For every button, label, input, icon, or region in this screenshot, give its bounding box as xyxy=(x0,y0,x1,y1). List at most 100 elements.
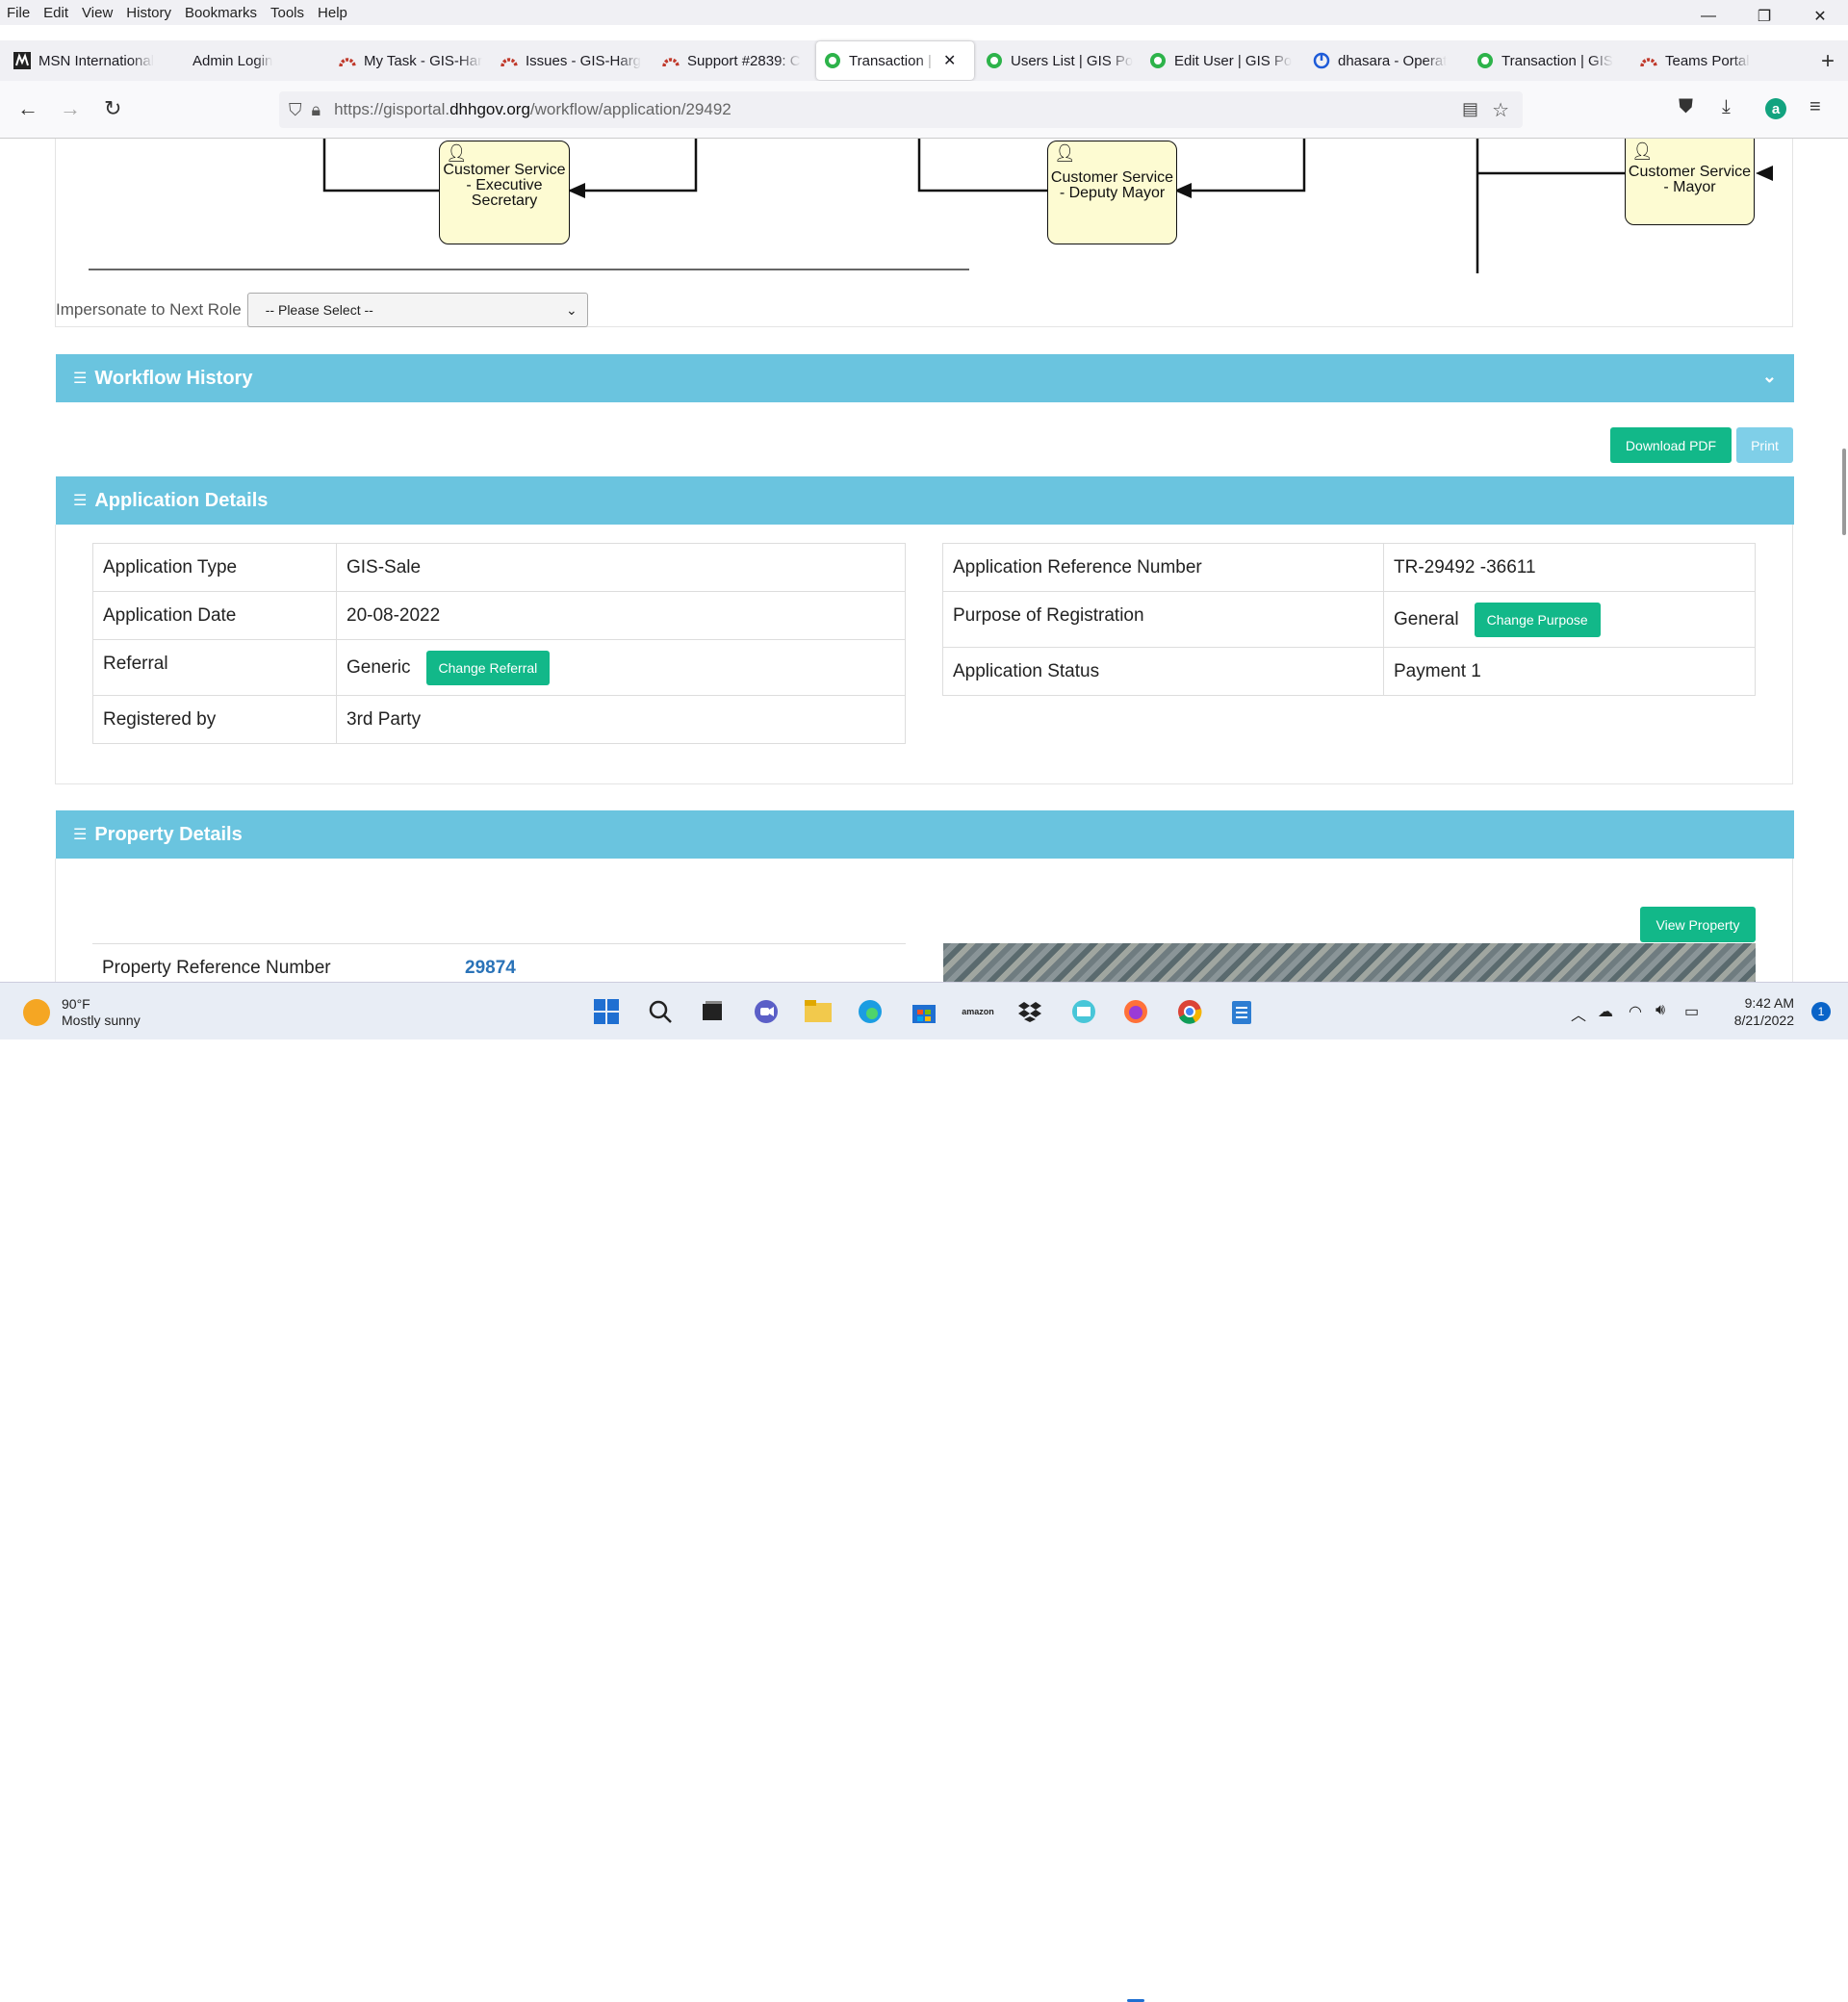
tab-issues[interactable]: Issues - GIS-Harg xyxy=(493,41,654,80)
menu-bar: File Edit View History Bookmarks Tools H… xyxy=(0,0,1848,25)
print-button[interactable]: Print xyxy=(1736,427,1793,463)
impersonate-label: Impersonate to Next Role xyxy=(56,300,242,319)
tab-my-task[interactable]: My Task - GIS-Har xyxy=(331,41,493,80)
amazon-icon[interactable]: amazon xyxy=(962,998,994,1025)
gis-portal-icon xyxy=(986,52,1003,69)
tab-label: My Task - GIS-Har xyxy=(364,52,483,69)
onedrive-icon[interactable]: ☁ xyxy=(1598,1002,1613,1021)
field-value: General xyxy=(1394,608,1459,629)
chevron-up-icon[interactable]: ︿ xyxy=(1571,1002,1586,1025)
clock-time: 9:42 AM xyxy=(1744,995,1794,1011)
battery-icon[interactable]: ▭ xyxy=(1684,1002,1699,1021)
weather-widget[interactable]: 90°F Mostly sunny xyxy=(23,996,141,1029)
field-label: Property Reference Number xyxy=(102,957,331,978)
tab-users-list[interactable]: Users List | GIS Po xyxy=(978,41,1142,80)
tab-edit-user[interactable]: Edit User | GIS Po xyxy=(1142,41,1305,80)
bookmark-star-icon[interactable]: ☆ xyxy=(1492,98,1509,122)
redmine-icon xyxy=(1640,52,1657,69)
tab-support[interactable]: Support #2839: C xyxy=(654,41,816,80)
clock-date: 8/21/2022 xyxy=(1733,1013,1794,1028)
workflow-history-header[interactable]: ☰ Workflow History ⌄ xyxy=(56,354,1794,402)
menu-view[interactable]: View xyxy=(75,5,119,21)
volume-icon[interactable]: 🔊︎ xyxy=(1656,1002,1665,1019)
property-ref-row: Property Reference Number 29874 xyxy=(92,943,906,982)
table-row: Application Type GIS-Sale xyxy=(92,543,906,592)
table-row: Application Status Payment 1 xyxy=(942,647,1756,696)
mail-app-icon[interactable] xyxy=(1070,998,1097,1025)
store-icon[interactable] xyxy=(911,998,937,1025)
reload-icon[interactable]: ↻ xyxy=(104,96,121,121)
tab-label: MSN International xyxy=(38,52,155,69)
url-bar[interactable]: ⛉ 🔒︎ https://gisportal. dhhgov.org/workfl… xyxy=(279,91,1523,128)
tab-teams-portal[interactable]: Teams Portal xyxy=(1632,41,1777,80)
property-map-image[interactable] xyxy=(943,943,1756,982)
file-explorer-icon[interactable] xyxy=(805,998,832,1025)
table-row: Application Date 20-08-2022 xyxy=(92,591,906,640)
field-value: Payment 1 xyxy=(1383,647,1756,696)
firefox-icon[interactable] xyxy=(1122,998,1149,1025)
menu-file[interactable]: File xyxy=(0,5,37,21)
change-purpose-button[interactable]: Change Purpose xyxy=(1474,602,1601,637)
tab-transaction-2[interactable]: Transaction | GIS xyxy=(1469,41,1632,80)
maximize-icon[interactable]: ❐ xyxy=(1736,0,1792,33)
tab-label: Issues - GIS-Harg xyxy=(526,52,642,69)
minimize-icon[interactable]: — xyxy=(1681,0,1736,33)
reader-view-icon[interactable]: ▤ xyxy=(1462,99,1478,119)
shield-icon[interactable]: ⛉ xyxy=(289,100,302,120)
notification-badge[interactable]: 1 xyxy=(1811,1002,1831,1021)
select-value: -- Please Select -- xyxy=(265,302,373,318)
new-tab-icon[interactable]: + xyxy=(1821,48,1835,75)
menu-edit[interactable]: Edit xyxy=(37,5,75,21)
menu-help[interactable]: Help xyxy=(311,5,354,21)
weather-text: 90°F Mostly sunny xyxy=(62,996,141,1029)
task-view-icon[interactable] xyxy=(699,998,726,1025)
dropbox-icon[interactable] xyxy=(1016,998,1043,1025)
forward-icon[interactable]: → xyxy=(60,96,81,121)
chevron-down-icon[interactable]: ⌄ xyxy=(1762,367,1777,387)
back-icon[interactable]: ← xyxy=(17,96,38,121)
application-details-header[interactable]: ☰ Application Details xyxy=(56,476,1794,525)
field-label: Referral xyxy=(92,639,337,696)
section-title: Application Details xyxy=(94,489,269,511)
change-referral-button[interactable]: Change Referral xyxy=(425,650,551,685)
gis-portal-icon xyxy=(824,52,841,69)
table-row: Referral Generic Change Referral xyxy=(92,639,906,696)
wifi-icon[interactable]: ◠ xyxy=(1629,1002,1642,1021)
download-pdf-button[interactable]: Download PDF xyxy=(1610,427,1732,463)
menu-bookmarks[interactable]: Bookmarks xyxy=(178,5,264,21)
redmine-icon xyxy=(339,52,356,69)
list-icon: ☰ xyxy=(73,371,88,387)
close-tab-icon[interactable]: ✕ xyxy=(943,51,956,70)
chevron-down-icon: ⌄ xyxy=(566,302,578,318)
page-scrollbar[interactable] xyxy=(1842,449,1846,535)
property-ref-link[interactable]: 29874 xyxy=(465,958,516,979)
search-icon[interactable] xyxy=(647,998,674,1025)
tab-admin-login[interactable]: Admin Login xyxy=(169,41,331,80)
table-row: Purpose of Registration General Change Pu… xyxy=(942,591,1756,648)
window-controls: — ❐ ✕ xyxy=(1681,0,1848,33)
tab-transaction-active[interactable]: Transaction | G ✕ xyxy=(816,41,974,80)
close-window-icon[interactable]: ✕ xyxy=(1792,0,1848,33)
edge-icon[interactable] xyxy=(857,998,884,1025)
tab-dhasara[interactable]: dhasara - Operat xyxy=(1305,41,1469,80)
notepad-icon[interactable] xyxy=(1228,998,1255,1025)
tab-msn[interactable]: MSN International xyxy=(6,41,169,80)
list-icon: ☰ xyxy=(73,827,88,843)
pocket-icon[interactable]: ⛊ xyxy=(1679,96,1693,118)
start-icon[interactable] xyxy=(593,998,620,1025)
menu-tools[interactable]: Tools xyxy=(264,5,311,21)
system-clock[interactable]: 9:42 AM 8/21/2022 xyxy=(1734,994,1794,1029)
hamburger-menu-icon[interactable]: ≡ xyxy=(1810,96,1821,118)
lock-icon[interactable]: 🔒︎ xyxy=(312,100,321,120)
chrome-icon[interactable] xyxy=(1176,998,1203,1025)
next-role-select[interactable]: -- Please Select -- ⌄ xyxy=(246,293,588,327)
downloads-icon[interactable]: ⤓ xyxy=(1722,96,1731,118)
field-label: Purpose of Registration xyxy=(942,591,1384,648)
view-property-button[interactable]: View Property xyxy=(1640,907,1756,942)
menu-history[interactable]: History xyxy=(119,5,178,21)
account-icon[interactable]: a xyxy=(1765,98,1786,119)
redmine-icon xyxy=(662,52,680,69)
gis-portal-icon xyxy=(1149,52,1167,69)
property-details-header[interactable]: ☰ Property Details xyxy=(56,810,1794,859)
chat-icon[interactable] xyxy=(753,998,780,1025)
